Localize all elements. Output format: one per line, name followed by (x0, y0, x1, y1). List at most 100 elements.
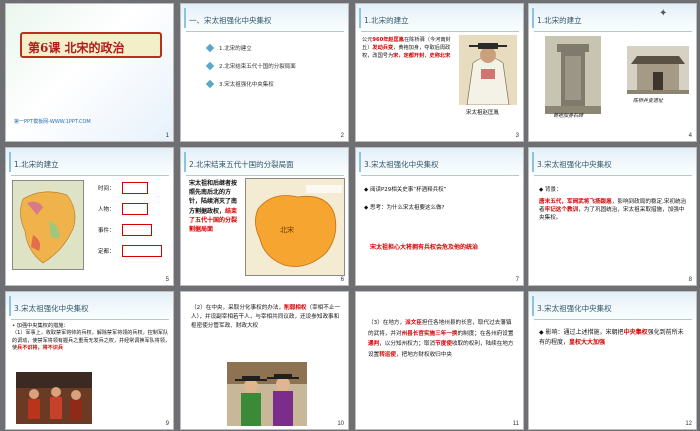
header-accent-bar (184, 8, 186, 28)
slide-number: 12 (685, 421, 692, 427)
slide-number: 9 (165, 421, 169, 427)
header-accent-bar (9, 152, 11, 172)
highlight-span: 兵不识将，将不识兵 (17, 345, 63, 352)
slide-thumbnail-1[interactable]: 第6课 北宋的政治 第一PPT模板网-WWW.1PPT.COM 1 (5, 3, 174, 142)
image-caption-2: 陈桥兵变遗址 (633, 98, 664, 104)
text-span: 的制度；在各州府设置 (457, 330, 514, 337)
ruins-gate-image (627, 46, 689, 94)
body-text: 宋太祖和后继者按照先南后北的方针，陆续消灭了南方割据政权，结束了五代十国的分裂割… (189, 179, 239, 234)
outline-item-1: 1.北宋的建立 (219, 46, 252, 52)
body-text: 唐末五代，军阀武将飞扬跋扈，影响到政局的稳定,宋初统治者牢记这个教训，为了巩固统… (539, 198, 689, 223)
header-accent-bar (9, 296, 11, 316)
body-text: （1）军事上，收取禁军将帅的兵权，解除禁军将领的兵权，控制军队的调动，使禁军将领… (12, 330, 170, 353)
person-answer-box[interactable] (122, 203, 148, 215)
outline-item-2: 2.北宋结束五代十国的分裂局面 (219, 64, 296, 70)
header-accent-bar (532, 8, 534, 28)
text-span: （2）在中央， (191, 305, 229, 311)
event-answer-box[interactable] (122, 224, 152, 236)
header-title: 3.宋太祖强化中央集权 (364, 160, 439, 169)
header-accent-bar (184, 152, 186, 172)
highlight-span: 转运使 (379, 351, 396, 358)
body-text: 公元960年赵匡胤在陈桥驿（今河南封丘）发动兵变，黄袍加身，夺取后周政权，改国号… (362, 36, 454, 61)
stone-tablet-image (545, 36, 601, 114)
slide-header: 3.宋太祖强化中央集权 (529, 292, 696, 322)
slide-thumbnail-2[interactable]: 一、宋太祖强化中央集权 1.北宋的建立 2.北宋结束五代十国的分裂局面 3.宋太… (180, 3, 349, 142)
slide-thumbnail-6[interactable]: 2.北宋结束五代十国的分裂局面 宋太祖和后继者按照先南后北的方针，陆续消灭了南方… (180, 147, 349, 286)
court-officials-image (227, 362, 307, 426)
title-frame: 第6课 北宋的政治 (20, 32, 162, 58)
capital-answer-box[interactable] (122, 245, 162, 257)
bullet-icon: ◆ (539, 187, 544, 193)
slide-number: 1 (165, 133, 169, 139)
highlight-span: 赵匡胤 (388, 37, 404, 43)
header-title: 3.宋太祖强化中央集权 (537, 304, 612, 313)
highlight-span: 军阀武将飞扬跋扈 (566, 199, 612, 205)
header-title: 3.宋太祖强化中央集权 (14, 304, 89, 313)
slide-header: 3.宋太祖强化中央集权 (529, 148, 696, 178)
bullet-icon: ◆ (539, 329, 544, 336)
slide-thumbnail-3[interactable]: 1.北宋的建立 公元960年赵匡胤在陈桥驿（今河南封丘）发动兵变，黄袍加身，夺取… (355, 3, 524, 142)
slide-number: 2 (340, 133, 344, 139)
slide-number: 7 (515, 277, 519, 283)
text-span: 采取分化事权的办法， (228, 305, 285, 311)
slide-thumbnail-4[interactable]: 1.北宋的建立 ✦ 黄袍加身石碑 陈桥兵变遗址 4 (528, 3, 697, 142)
slide-header: 1.北宋的建立 (529, 4, 696, 34)
outline-item-3: 3.宋太祖强化中央集权 (219, 82, 274, 88)
diamond-bullet-icon (205, 61, 215, 71)
portrait-caption: 宋太祖赵匡胤 (466, 110, 500, 116)
highlight-span: 派文臣 (405, 320, 422, 326)
header-divider (534, 31, 692, 32)
highlight-span: 皇权大大加强 (569, 338, 606, 346)
slide-thumbnail-8[interactable]: 3.宋太祖强化中央集权 ◆ 背景： 唐末五代，军阀武将飞扬跋扈，影响到政局的稳定… (528, 147, 697, 286)
diamond-bullet-icon (205, 79, 215, 89)
slide-sorter-grid: 第6课 北宋的政治 第一PPT模板网-WWW.1PPT.COM 1 一、宋太祖强… (0, 0, 700, 431)
highlight-span: 中央集权 (623, 329, 648, 336)
header-title: 1.北宋的建立 (14, 160, 59, 169)
text-span: ，以分知州权力；取消 (379, 341, 436, 347)
highlight-span: 960年 (372, 37, 389, 43)
watermark-text: 第一PPT模板网-WWW.1PPT.COM (14, 119, 91, 125)
slide-thumbnail-9[interactable]: 3.宋太祖强化中央集权 • 加强中央集权的措施： （1）军事上，收取禁军将帅的兵… (5, 291, 174, 430)
header-divider (186, 175, 344, 176)
slide-header: 一、宋太祖强化中央集权 (181, 4, 348, 34)
time-answer-box[interactable] (122, 182, 148, 194)
header-title: 一、宋太祖强化中央集权 (189, 16, 272, 25)
slide-thumbnail-7[interactable]: 3.宋太祖强化中央集权 ◆ 阅读P29相关史事“杯酒释兵权” ◆ 思考：为什么宋… (355, 147, 524, 286)
bullet-icon: ◆ (364, 187, 369, 193)
song-territory-map-image: 北宋 (245, 178, 345, 276)
text-span: 加强中央集权的措施： (16, 323, 69, 329)
field-label-capital: 定都： (98, 249, 115, 255)
slide-number: 11 (512, 421, 519, 427)
slide-header: 2.北宋结束五代十国的分裂局面 (181, 148, 348, 178)
text-span: 影响：通过上述措施，宋朝把 (545, 329, 624, 336)
slide-thumbnail-5[interactable]: 1.北宋的建立 时间： 人物： 事件： 定都： 5 (5, 147, 174, 286)
text-span: ，把地方财权收归中央 (396, 351, 452, 358)
text-span: 阅读P29相关史事“杯酒释兵权” (369, 187, 447, 193)
header-divider (11, 319, 169, 320)
question-line-1: ◆ 阅读P29相关史事“杯酒释兵权” (364, 186, 447, 194)
soldiers-painting-image (16, 372, 92, 424)
slide-thumbnail-10[interactable]: （2）在中央，采取分化事权的办法，削弱相权（宰相不止一人），并设副宰相若干人，与… (180, 291, 349, 430)
lesson-title: 第6课 北宋的政治 (28, 41, 125, 55)
section-label: ◆ 背景： (539, 186, 562, 194)
slide-thumbnail-12[interactable]: 3.宋太祖强化中央集权 ◆ 影响：通过上述措施，宋朝把中央集权强化到前所未有的程… (528, 291, 697, 430)
slide-number: 4 (688, 133, 692, 139)
slide-header: 3.宋太祖强化中央集权 (356, 148, 523, 178)
slide-number: 5 (165, 277, 169, 283)
slide-number: 6 (340, 277, 344, 283)
text-span: 公元 (362, 37, 373, 43)
text-span: 思考：为什么宋太祖要这么做? (369, 205, 445, 211)
header-accent-bar (532, 152, 534, 172)
answer-text: 宋太祖担心大将拥有兵权会危及他的统治 (370, 244, 479, 251)
header-accent-bar (359, 152, 361, 172)
body-text: （2）在中央，采取分化事权的办法，削弱相权（宰相不止一人），并设副宰相若干人，与… (191, 304, 343, 331)
highlight-span: 史称北宋 (429, 53, 451, 60)
territory-shape-icon (255, 185, 342, 267)
slide-thumbnail-11[interactable]: （3）在地方，派文臣担任各地州县的长官，取代过去藩镇的武将，并对州县长官实施三年… (355, 291, 524, 430)
header-divider (361, 31, 519, 32)
header-title: 3.宋太祖强化中央集权 (537, 160, 612, 169)
slide-number: 10 (337, 421, 344, 427)
slide-header: 1.北宋的建立 (6, 148, 173, 178)
text-span: （3）在地方， (368, 320, 406, 326)
image-caption-1: 黄袍加身石碑 (553, 113, 584, 119)
